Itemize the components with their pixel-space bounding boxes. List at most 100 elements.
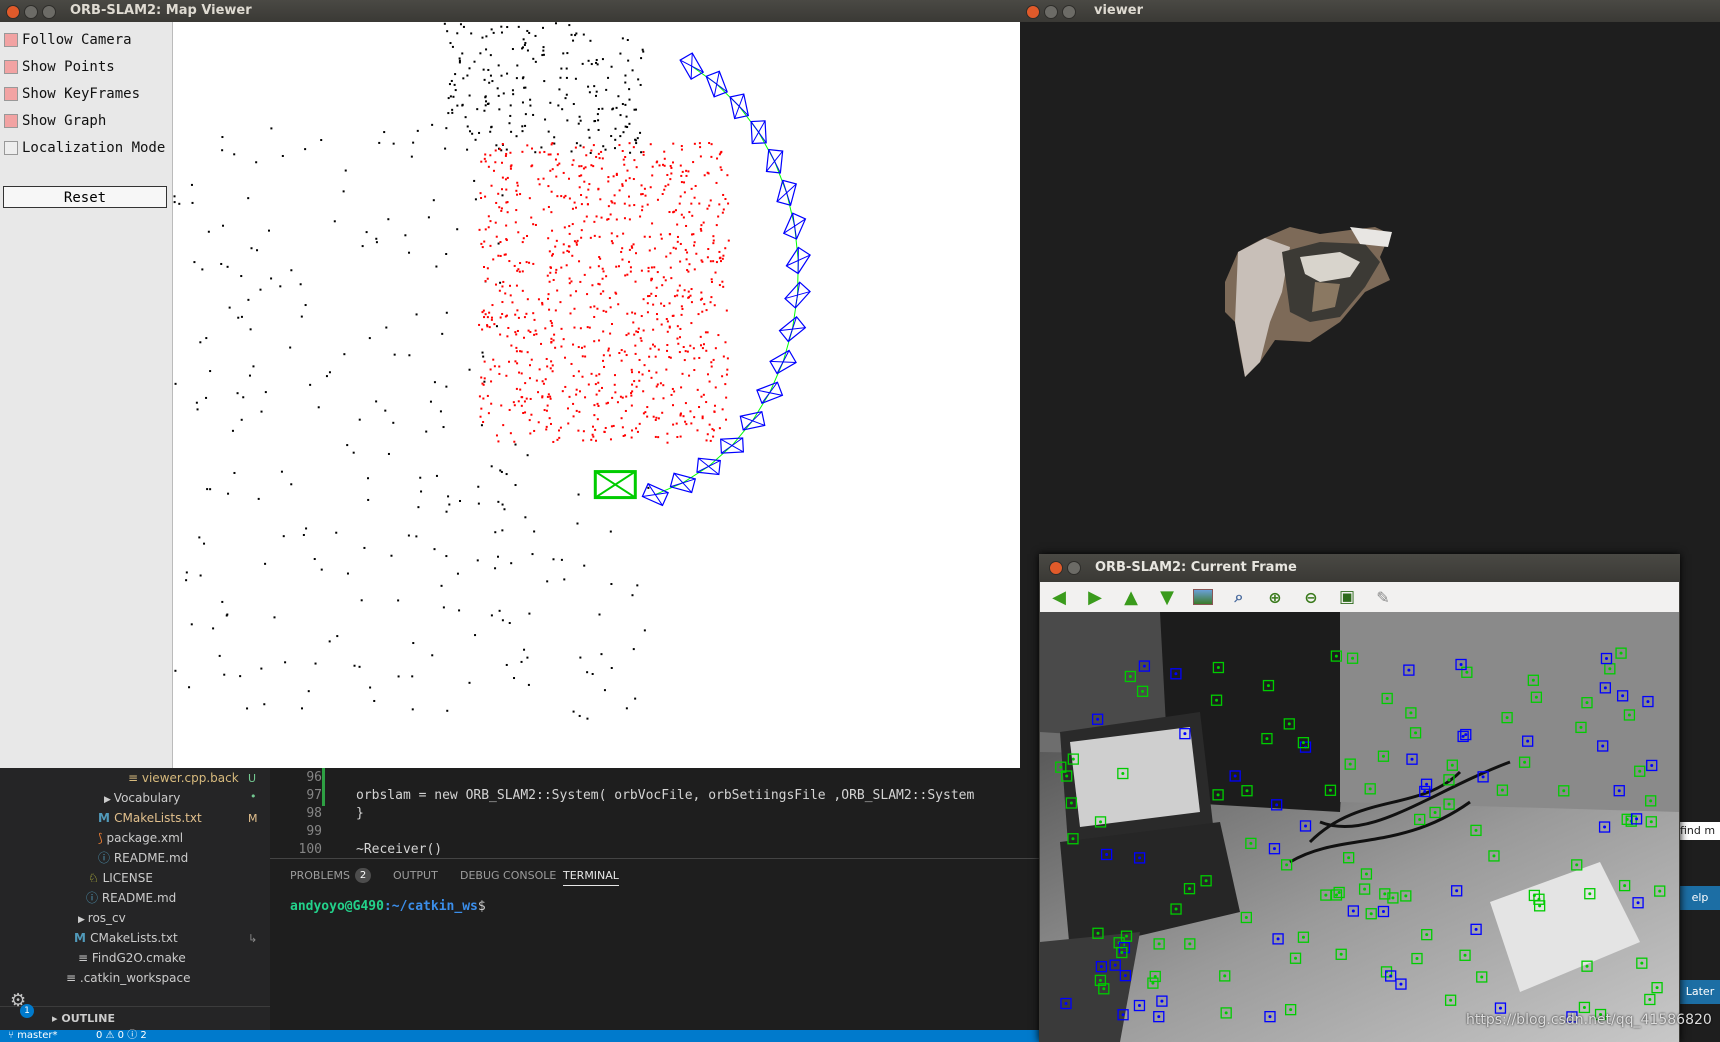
git-branch-indicator[interactable]: ⑂ master* — [8, 1030, 57, 1042]
viewer-titlebar[interactable]: viewer — [1020, 0, 1720, 22]
file-license[interactable]: ♘ LICENSE — [88, 868, 153, 888]
reset-button[interactable]: Reset — [3, 186, 167, 208]
tab-terminal[interactable]: TERMINAL — [563, 869, 619, 886]
status-bar: ⑂ master* 0 ⚠ 0 ⓘ 2 — [0, 1030, 1040, 1042]
keyframe-marker — [679, 52, 705, 80]
keyframe-marker — [756, 381, 784, 404]
dense-point-cloud-view[interactable] — [1020, 22, 1720, 560]
save-icon[interactable]: ▣ — [1336, 586, 1358, 608]
viewer-window: viewer — [1020, 0, 1720, 560]
folder-vocabulary[interactable]: ▶ Vocabulary — [104, 788, 180, 808]
chevron-right-icon: ▸ — [52, 1012, 62, 1025]
current-frame-window: ORB-SLAM2: Current Frame ◀ ▶ ▲ ▼ ⌕ ⊕ ⊖ ▣… — [1039, 554, 1680, 1042]
line-number: 97 — [306, 788, 322, 803]
maximize-icon[interactable] — [42, 5, 56, 19]
keyframe-marker — [782, 212, 807, 240]
chevron-right-icon: ▶ — [104, 795, 114, 805]
file-cmakelists-root[interactable]: M CMakeLists.txt — [74, 928, 178, 948]
file-readme-root[interactable]: ⓘ README.md — [86, 888, 176, 908]
minimize-icon[interactable] — [1044, 5, 1058, 19]
arrow-left-icon[interactable]: ◀ — [1048, 586, 1070, 608]
keyframe-marker — [776, 179, 797, 206]
keyframe-marker — [785, 246, 811, 275]
keyframe-marker — [641, 482, 669, 507]
checkbox-icon[interactable] — [4, 33, 18, 47]
image-icon[interactable] — [1192, 586, 1214, 608]
zoom-fit-icon[interactable]: ⌕ — [1228, 586, 1250, 608]
git-change-gutter — [322, 768, 325, 806]
checkbox-icon[interactable] — [4, 114, 18, 128]
tab-output[interactable]: OUTPUT — [393, 869, 438, 882]
problems-count-badge: 2 — [355, 868, 371, 883]
help-button-fragment[interactable]: elp — [1680, 886, 1720, 910]
tab-debug-console[interactable]: DEBUG CONSOLE — [460, 869, 556, 882]
camera-frame-image[interactable] — [1040, 612, 1679, 1042]
outline-section[interactable]: ▸ OUTLINE — [0, 1006, 270, 1031]
file-findg2o[interactable]: ≡ FindG2O.cmake — [78, 948, 186, 968]
checkbox-icon[interactable] — [4, 87, 18, 101]
watermark: https://blog.csdn.net/qq_41586820 — [1466, 1012, 1712, 1028]
show-points-option[interactable]: Show Points — [4, 56, 115, 78]
code-line: } — [356, 806, 364, 821]
arrow-right-icon[interactable]: ▶ — [1084, 586, 1106, 608]
file-package-xml[interactable]: ⟆ package.xml — [98, 828, 183, 848]
close-icon[interactable] — [1049, 561, 1063, 575]
maximize-icon[interactable] — [1062, 5, 1076, 19]
folder-ros-cv[interactable]: ▶ ros_cv — [78, 908, 126, 928]
zoom-in-icon[interactable]: ⊕ — [1264, 586, 1286, 608]
minimize-icon[interactable] — [24, 5, 38, 19]
code-line: ~Receiver() — [356, 842, 443, 857]
localization-mode-option[interactable]: Localization Mode — [4, 137, 165, 159]
terminal-prompt[interactable]: andyoyo@G490:~/catkin_ws$ — [290, 899, 486, 914]
close-icon[interactable] — [1026, 5, 1040, 19]
arrow-up-icon[interactable]: ▲ — [1120, 586, 1142, 608]
window-title: viewer — [1094, 3, 1143, 18]
bottom-panel: PROBLEMS 2 OUTPUT DEBUG CONSOLE TERMINAL… — [270, 858, 1040, 1031]
keyframe-marker — [720, 437, 745, 454]
later-button[interactable]: Later — [1680, 980, 1720, 1004]
symlink-icon: ↳ — [248, 932, 258, 945]
find-field-fragment[interactable]: find m — [1680, 822, 1720, 840]
keyframe-marker — [778, 315, 807, 343]
arrow-down-icon[interactable]: ▼ — [1156, 586, 1178, 608]
show-keyframes-option[interactable]: Show KeyFrames — [4, 83, 140, 105]
settings-badge: 1 — [20, 1004, 34, 1018]
info-file-icon: ⓘ — [98, 851, 114, 865]
keyframe-marker — [765, 148, 784, 174]
map-options-panel: Follow Camera Show Points Show KeyFrames… — [0, 22, 173, 768]
prompt-symbol: $ — [477, 899, 486, 914]
file-viewer-cpp-back[interactable]: ≡ viewer.cpp.back — [128, 768, 239, 788]
problems-indicator[interactable]: 0 ⚠ 0 ⓘ 2 — [96, 1030, 147, 1042]
current-frame-titlebar[interactable]: ORB-SLAM2: Current Frame — [1039, 554, 1680, 582]
line-number: 100 — [298, 842, 322, 857]
map-viewer-titlebar[interactable]: ORB-SLAM2: Map Viewer — [0, 0, 1020, 22]
image-toolbar: ◀ ▶ ▲ ▼ ⌕ ⊕ ⊖ ▣ ✎ — [1040, 582, 1679, 612]
tab-problems[interactable]: PROBLEMS — [290, 869, 350, 882]
file-icon: ≡ — [78, 951, 92, 965]
explorer-sidebar: ≡ viewer.cpp.back U ▶ Vocabulary • M CMa… — [0, 768, 270, 1031]
code-editor[interactable]: 96 97 98 99 100 orbslam = new ORB_SLAM2:… — [270, 768, 1040, 858]
keyframe-marker — [705, 70, 728, 98]
close-icon[interactable] — [6, 5, 20, 19]
cmake-file-icon: M — [98, 811, 115, 825]
license-icon: ♘ — [88, 871, 103, 885]
current-camera-marker — [593, 470, 637, 500]
file-readme[interactable]: ⓘ README.md — [98, 848, 188, 868]
code-line: orbslam = new ORB_SLAM2::System( orbVocF… — [356, 788, 975, 803]
prompt-user: andyoyo@G490 — [290, 899, 384, 914]
checkbox-icon[interactable] — [4, 60, 18, 74]
file-icon: ≡ — [66, 971, 80, 985]
show-graph-option[interactable]: Show Graph — [4, 110, 106, 132]
map-point-cloud-canvas[interactable] — [173, 22, 1020, 768]
zoom-out-icon[interactable]: ⊖ — [1300, 586, 1322, 608]
minimize-icon[interactable] — [1067, 561, 1081, 575]
modified-dot-badge: • — [250, 790, 257, 803]
file-cmakelists[interactable]: M CMakeLists.txt — [98, 808, 202, 828]
file-catkin-workspace[interactable]: ≡ .catkin_workspace — [66, 968, 190, 988]
brush-icon[interactable]: ✎ — [1372, 586, 1394, 608]
checkbox-icon[interactable] — [4, 141, 18, 155]
keyframe-marker — [739, 410, 766, 431]
follow-camera-option[interactable]: Follow Camera — [4, 29, 132, 51]
keyframe-marker — [696, 457, 721, 476]
untracked-badge: U — [248, 772, 257, 785]
